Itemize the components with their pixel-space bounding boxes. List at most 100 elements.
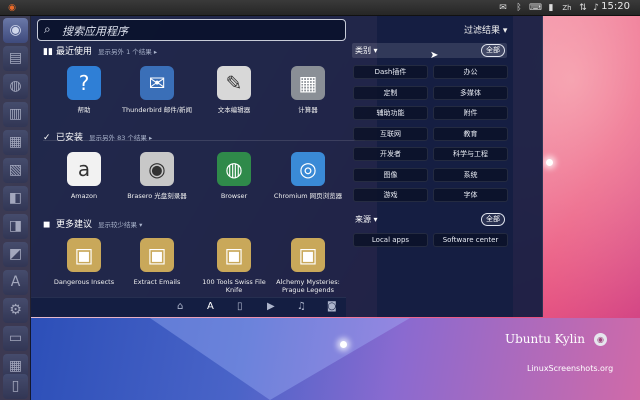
show-less-link[interactable]: 显示较少结果 ▾ [98,221,142,229]
app-tile[interactable]: ◍ Browser [198,152,270,200]
bluetooth-icon[interactable]: ᛒ [513,2,525,14]
category-filter-button[interactable]: 定制 [353,85,428,100]
network-icon[interactable]: ⇅ [577,2,589,14]
video-lens-icon[interactable]: ▶ [267,301,275,312]
photo-lens-icon[interactable]: ◙ [327,301,337,312]
text-editor-icon: ✎ [217,66,251,100]
dash-overlay: ⌕ 搜索应用程序 ▮▮ 最近使用 显示另外 1 个结果 ▸ ? 帮助 ✉ Thunderb… [31,16,543,317]
filter-panel: 过滤结果 ▾ [377,16,543,317]
recent-icon: ▮▮ [43,47,53,57]
watermark: LinuxScreenshots.org [527,364,614,373]
category-filter-button[interactable]: 互联网 [353,126,428,141]
software-box-icon: ▣ [217,238,251,272]
app-tile[interactable]: a Amazon [48,152,120,200]
launcher-settings-icon[interactable]: ⚙ [3,298,28,323]
calculator-icon: ▦ [291,66,325,100]
show-more-link[interactable]: 显示另外 1 个结果 ▸ [98,48,157,56]
branding-name: Ubuntu Kylin [505,332,585,346]
dash-home-button[interactable]: ◉ [3,18,28,43]
source-label[interactable]: 来源 ▾ [355,214,378,225]
section-title: 更多建议 [56,220,93,230]
amazon-icon: a [67,152,101,186]
app-label: Chromium 网页浏览器 [273,192,343,200]
launcher-software-center-icon[interactable]: A [3,270,28,295]
clock[interactable]: 15:20 [601,1,630,12]
launcher-terminal-icon[interactable]: ▭ [3,326,28,351]
category-filter-button[interactable]: 开发者 [353,147,428,161]
launcher: ◉ ▤ ◍ ▥ ▦ ▧ ◧ ◨ ◩ A ⚙ ▭ ▦ ▯ [0,16,31,400]
category-filter-button[interactable]: 字体 [433,188,508,202]
mail-icon[interactable]: ✉ [497,2,509,14]
app-label: Browser [220,192,248,200]
app-label: Dangerous Insects [53,278,115,286]
source-all-button[interactable]: 全部 [481,213,505,226]
ubuntu-logo-icon[interactable]: ◉ [6,2,18,14]
category-filter-button[interactable]: 系统 [433,167,508,182]
chromium-icon: ◎ [291,152,325,186]
wallpaper-triangle [150,318,410,400]
keyboard-icon[interactable]: ⌨ [529,2,542,14]
launcher-app-icon[interactable]: ▦ [3,130,28,155]
show-more-link[interactable]: 显示另外 83 个结果 ▸ [89,134,152,142]
source-filter-button[interactable]: Software center [433,233,508,247]
category-filter-button[interactable]: 图像 [353,167,428,182]
app-tile[interactable]: ▣ Alchemy Mysteries: Prague Legends [272,238,344,294]
apps-lens-icon[interactable]: A [207,301,214,312]
launcher-app-icon[interactable]: ◧ [3,186,28,211]
app-tile[interactable]: ? 帮助 [48,66,120,114]
files-lens-icon[interactable]: ▯ [237,301,243,312]
category-filter-button[interactable]: 教育 [433,126,508,141]
app-label: 计算器 [298,106,318,114]
app-label: Extract Emails [133,278,181,286]
launcher-app-icon[interactable]: ◩ [3,242,28,267]
category-label[interactable]: 类别 ▾ [355,45,378,56]
wallpaper-light-dot [546,159,553,166]
app-label: Amazon [70,192,98,200]
app-tile[interactable]: ▣ Dangerous Insects [48,238,120,286]
software-box-icon: ▣ [140,238,174,272]
launcher-trash-icon[interactable]: ▯ [3,374,28,399]
app-label: 100 Tools Swiss File Knife [202,278,266,294]
battery-icon[interactable]: ▮ [545,2,557,14]
launcher-files-icon[interactable]: ▤ [3,46,28,71]
wallpaper-light-dot [340,341,347,348]
launcher-app-icon[interactable]: ▧ [3,158,28,183]
app-tile[interactable]: ✉ Thunderbird 邮件/新闻 [121,66,193,114]
launcher-app-icon[interactable]: ◨ [3,214,28,239]
section-title: 已安装 [56,133,84,143]
app-label: Thunderbird 邮件/新闻 [122,106,192,114]
home-lens-icon[interactable]: ⌂ [177,301,183,312]
app-tile[interactable]: ▦ 计算器 [272,66,344,114]
source-filter-button[interactable]: Local apps [353,233,428,247]
search-icon: ⌕ [44,22,51,36]
category-filter-button[interactable]: 游戏 [353,188,428,202]
category-filter-button[interactable]: 附件 [433,106,508,120]
section-installed: ✓ 已安装 显示另外 83 个结果 ▸ [43,130,152,143]
app-tile[interactable]: ✎ 文本编辑器 [198,66,270,114]
category-filter-button[interactable]: 多媒体 [433,85,508,100]
app-label: Alchemy Mysteries: Prague Legends [276,278,340,294]
category-all-button[interactable]: 全部 [481,44,505,57]
category-filter-button[interactable]: 辅助功能 [353,106,428,120]
help-icon: ? [67,66,101,100]
lens-bar: ⌂ A ▯ ▶ ♫ ◙ [31,297,346,317]
launcher-browser-icon[interactable]: ◍ [3,74,28,99]
top-panel: ◉ ✉ ᛒ ⌨ ▮ Zh ⇅ ♪ 15:20 [0,0,640,16]
app-tile[interactable]: ◉ Brasero 光盘刻录器 [121,152,193,200]
category-filter-button[interactable]: 办公 [433,65,508,79]
section-recent: ▮▮ 最近使用 显示另外 1 个结果 ▸ [43,44,157,57]
filter-results-toggle[interactable]: 过滤结果 ▾ [464,23,507,36]
input-method-icon[interactable]: Zh [561,2,573,14]
app-tile[interactable]: ◎ Chromium 网页浏览器 [272,152,344,200]
category-filter-button[interactable]: 科学与工程 [433,147,508,161]
app-tile[interactable]: ▣ 100 Tools Swiss File Knife [198,238,270,294]
music-lens-icon[interactable]: ♫ [297,301,306,312]
thunderbird-icon: ✉ [140,66,174,100]
app-tile[interactable]: ▣ Extract Emails [121,238,193,286]
category-filter-button[interactable]: Dash插件 [353,65,428,79]
launcher-office-icon[interactable]: ▥ [3,102,28,127]
app-label: 文本编辑器 [217,106,251,114]
search-input[interactable]: 搜索应用程序 [62,23,128,39]
section-title: 最近使用 [56,47,93,57]
search-box[interactable]: ⌕ 搜索应用程序 [37,19,346,41]
